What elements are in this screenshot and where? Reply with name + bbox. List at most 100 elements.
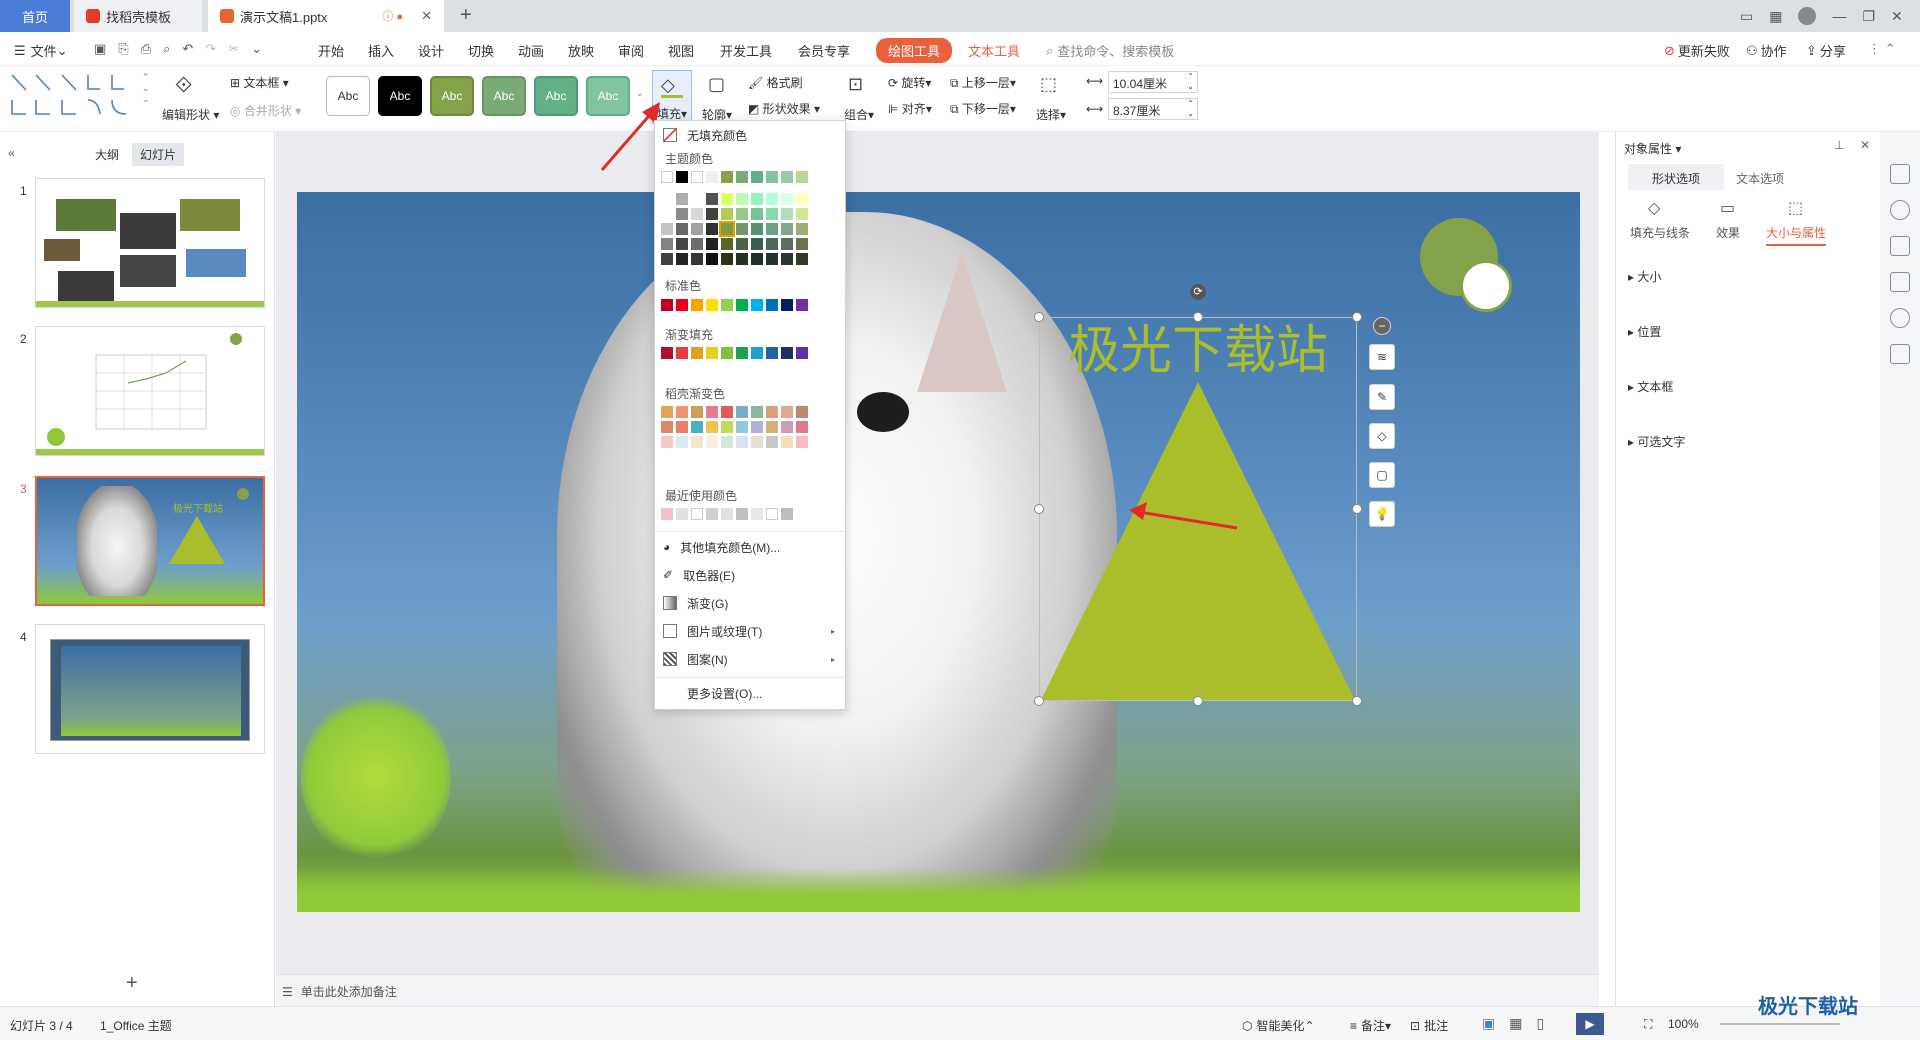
color-swatch[interactable]	[766, 223, 778, 235]
slide-thumb-2[interactable]	[35, 326, 265, 456]
color-swatch[interactable]	[796, 347, 808, 359]
color-swatch[interactable]	[661, 238, 673, 250]
resize-handle[interactable]	[1352, 696, 1362, 706]
bring-forward-button[interactable]: ⧉ 上移一层▾	[950, 74, 1016, 91]
color-swatch[interactable]	[706, 508, 718, 520]
menu-slideshow[interactable]: 放映	[568, 41, 594, 60]
slides-tab[interactable]: 幻灯片	[132, 143, 185, 166]
color-swatch[interactable]	[691, 253, 703, 265]
style-olive[interactable]: Abc	[430, 76, 474, 116]
menu-developer[interactable]: 开发工具	[720, 41, 772, 60]
color-swatch[interactable]	[691, 223, 703, 235]
menu-review[interactable]: 审阅	[618, 41, 644, 60]
color-swatch[interactable]	[676, 436, 688, 448]
color-swatch[interactable]	[706, 347, 718, 359]
color-swatch[interactable]	[796, 223, 808, 235]
color-swatch[interactable]	[661, 421, 673, 433]
color-swatch[interactable]	[676, 223, 688, 235]
more-colors-item[interactable]: ◕ 其他填充颜色(M)...	[663, 535, 839, 559]
color-swatch[interactable]	[751, 171, 763, 183]
text-options-tab[interactable]: 文本选项	[1736, 170, 1784, 187]
preview-icon[interactable]: ⌕	[163, 41, 170, 57]
color-swatch[interactable]	[721, 347, 733, 359]
color-swatch[interactable]	[691, 508, 703, 520]
update-status[interactable]: ⊘ 更新失败	[1664, 41, 1730, 60]
reading-view-icon[interactable]: ▯	[1536, 1015, 1544, 1032]
color-swatch[interactable]	[751, 208, 763, 220]
close-pane-icon[interactable]: ✕	[1860, 138, 1870, 152]
color-swatch[interactable]	[706, 253, 718, 265]
color-swatch[interactable]	[691, 347, 703, 359]
alt-text-section[interactable]: ▸ 可选文字	[1628, 433, 1685, 450]
color-swatch[interactable]	[751, 238, 763, 250]
group-button[interactable]: 组合▾	[844, 106, 874, 123]
color-swatch[interactable]	[661, 436, 673, 448]
export-icon[interactable]: ⎘	[118, 41, 128, 57]
eyedropper-item[interactable]: ✐ 取色器(E)	[663, 563, 839, 587]
more-icon[interactable]: ⌄	[251, 41, 262, 57]
menu-insert[interactable]: 插入	[368, 41, 394, 60]
rotate-handle-icon[interactable]: ⟳	[1190, 284, 1206, 300]
style-black[interactable]: Abc	[378, 76, 422, 116]
fill-line-subtab[interactable]: 填充与线条	[1630, 224, 1690, 241]
shape-effect-button[interactable]: ◩ 形状效果 ▾	[748, 100, 820, 117]
color-swatch[interactable]	[736, 208, 748, 220]
color-swatch[interactable]	[706, 223, 718, 235]
color-swatch[interactable]	[691, 208, 703, 220]
slide-canvas[interactable]: 极光下载站 ⟳	[297, 192, 1580, 912]
tab-drawing-tools[interactable]: 绘图工具	[876, 38, 953, 63]
color-swatch[interactable]	[721, 171, 733, 183]
notes-bar[interactable]: ☰ 单击此处添加备注	[276, 974, 1599, 1006]
color-swatch[interactable]	[766, 193, 778, 205]
new-tab-icon[interactable]: +	[460, 4, 472, 27]
color-swatch[interactable]	[751, 421, 763, 433]
color-swatch[interactable]	[691, 436, 703, 448]
color-swatch[interactable]	[676, 347, 688, 359]
color-swatch[interactable]	[721, 421, 733, 433]
color-swatch[interactable]	[796, 421, 808, 433]
position-section[interactable]: ▸ 位置	[1628, 323, 1661, 340]
color-swatch[interactable]	[751, 347, 763, 359]
menu-view[interactable]: 视图	[668, 41, 694, 60]
effect-subtab[interactable]: 效果	[1716, 224, 1740, 241]
line-shapes-gallery[interactable]	[10, 72, 140, 122]
color-swatch[interactable]	[676, 406, 688, 418]
add-slide-icon[interactable]: +	[126, 972, 138, 995]
color-swatch[interactable]	[676, 421, 688, 433]
color-swatch[interactable]	[736, 223, 748, 235]
color-swatch[interactable]	[706, 421, 718, 433]
collapse-pane-icon[interactable]: «	[8, 146, 15, 160]
menu-animation[interactable]: 动画	[518, 41, 544, 60]
tab-text-tools[interactable]: 文本工具	[968, 41, 1020, 60]
color-swatch[interactable]	[706, 171, 718, 183]
fill-tool-icon[interactable]: ◇	[1369, 423, 1395, 449]
sorter-view-icon[interactable]: ▦	[1509, 1015, 1522, 1032]
color-swatch[interactable]	[766, 406, 778, 418]
color-swatch[interactable]	[721, 508, 733, 520]
color-swatch[interactable]	[676, 508, 688, 520]
triangle-shape[interactable]	[1039, 380, 1357, 702]
color-swatch[interactable]	[781, 253, 793, 265]
style-green[interactable]: Abc	[482, 76, 526, 116]
style-white[interactable]: Abc	[326, 76, 370, 116]
send-backward-button[interactable]: ⧉ 下移一层▾	[950, 100, 1016, 117]
merge-shape-button[interactable]: ◎ 合并形状 ▾	[230, 102, 301, 119]
pen-icon[interactable]: ✎	[1369, 384, 1395, 410]
properties-icon[interactable]	[1890, 164, 1910, 184]
collapse-tools-icon[interactable]: −	[1373, 317, 1391, 335]
fit-icon[interactable]: ⛶	[1644, 1017, 1652, 1032]
color-swatch[interactable]	[781, 238, 793, 250]
outline-tool-icon[interactable]: ▢	[1369, 462, 1395, 488]
notes-toggle[interactable]: ≡ 备注 ▾	[1350, 1017, 1391, 1034]
textbox-button[interactable]: ⊞ 文本框 ▾	[230, 74, 289, 91]
more-options-icon[interactable]: ⋮ ⌃	[1868, 41, 1896, 57]
redo-icon[interactable]: ↷	[205, 41, 216, 57]
color-swatch[interactable]	[676, 299, 688, 311]
color-swatch[interactable]	[751, 223, 763, 235]
file-menu[interactable]: ☰ 文件 ⌄	[14, 41, 68, 60]
color-swatch[interactable]	[661, 299, 673, 311]
menu-start[interactable]: 开始	[318, 41, 344, 60]
color-swatch[interactable]	[736, 171, 748, 183]
color-swatch[interactable]	[781, 421, 793, 433]
gallery-scroll-icon[interactable]: ⌃ ⌄ ⌄	[142, 72, 150, 105]
